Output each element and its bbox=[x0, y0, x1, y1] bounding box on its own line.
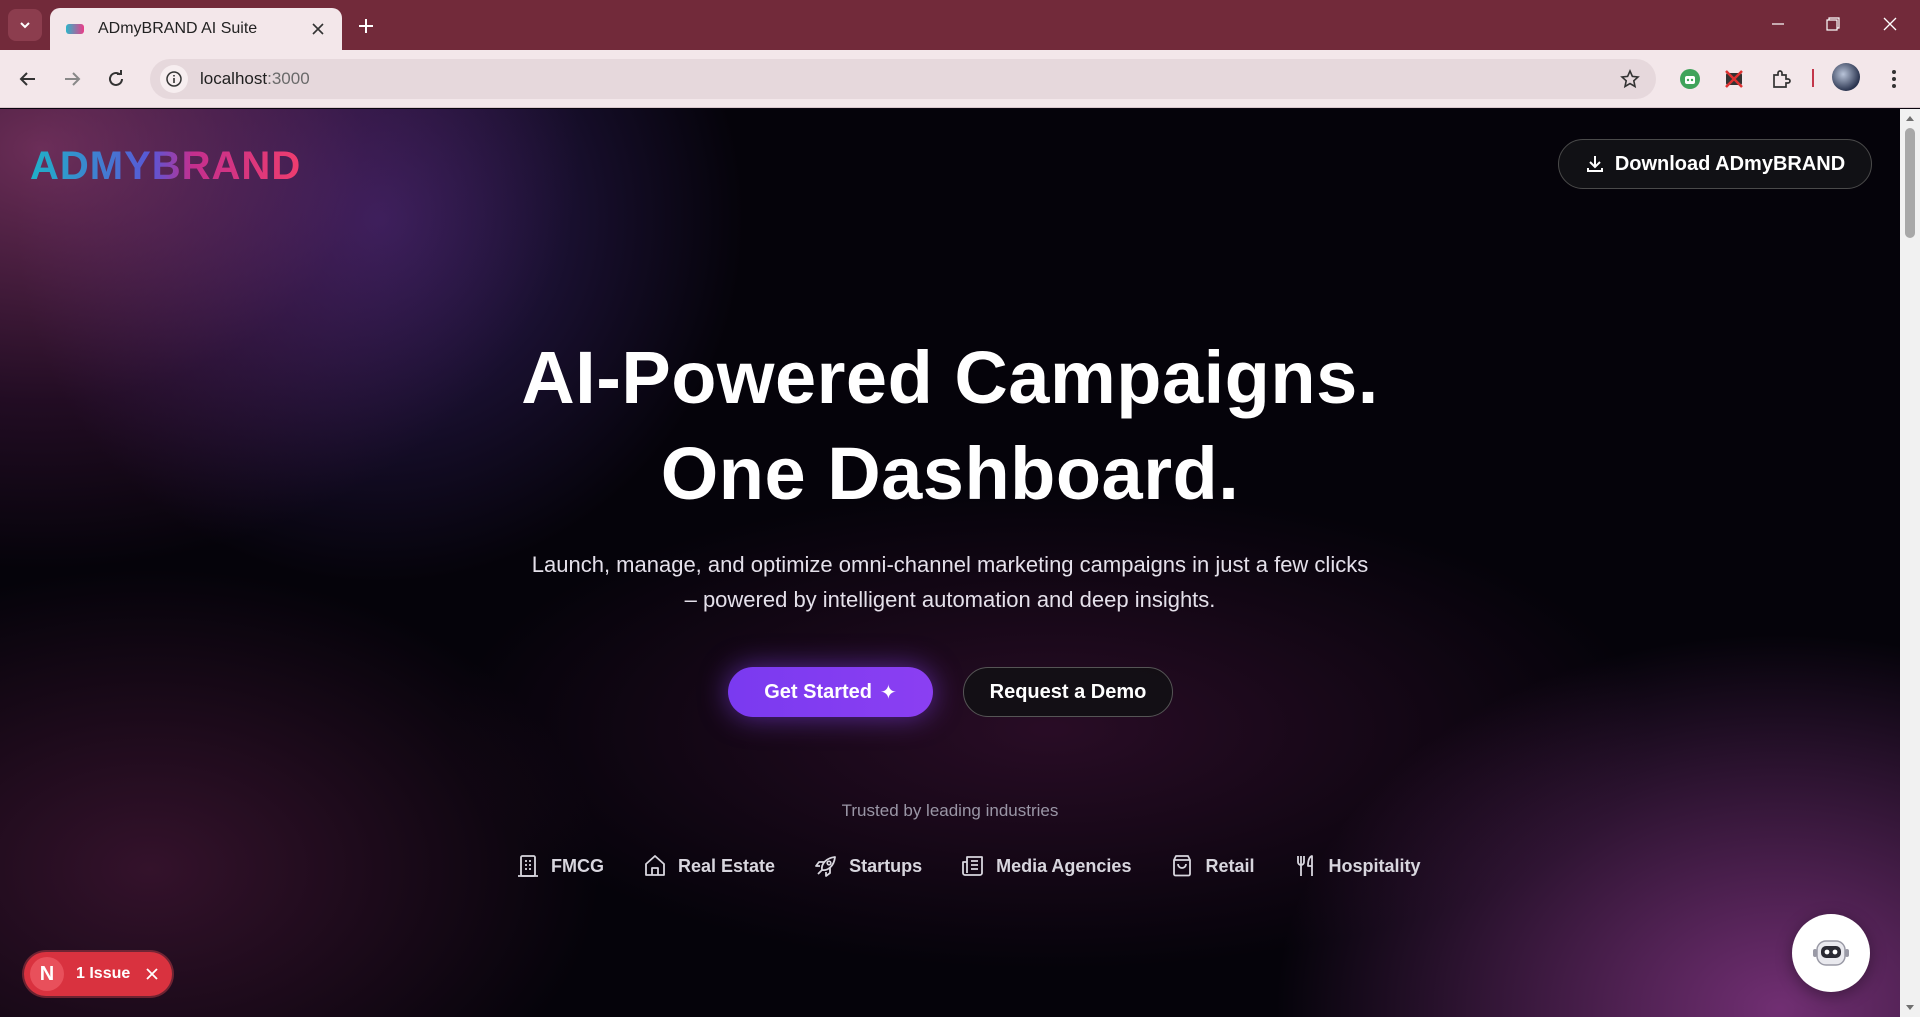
tab-close-icon[interactable] bbox=[306, 17, 330, 41]
scrollbar-thumb[interactable] bbox=[1905, 128, 1915, 238]
page-scrollbar[interactable] bbox=[1900, 109, 1920, 1017]
request-demo-label: Request a Demo bbox=[989, 680, 1147, 703]
page-viewport: ADMYBRAND Download ADmyBRAND AI-Powered … bbox=[0, 109, 1900, 1017]
building-icon bbox=[518, 855, 538, 877]
forward-arrow-icon[interactable] bbox=[56, 63, 88, 95]
scroll-up-icon[interactable] bbox=[1905, 113, 1915, 123]
more-menu-icon[interactable] bbox=[1878, 63, 1910, 95]
get-started-label: Get Started bbox=[764, 680, 873, 703]
industry-real-estate: Real Estate bbox=[642, 853, 775, 879]
logo-image: ADMYBRAND bbox=[30, 144, 300, 188]
extension-robot-icon[interactable] bbox=[1674, 63, 1706, 95]
reload-icon[interactable] bbox=[100, 63, 132, 95]
shopping-bag-icon bbox=[1173, 855, 1192, 877]
url-host: localhost bbox=[200, 69, 268, 88]
chevron-down-icon bbox=[20, 22, 30, 29]
house-icon bbox=[645, 855, 665, 876]
browser-toolbar: localhost:3000 bbox=[0, 50, 1920, 108]
request-demo-button[interactable]: Request a Demo bbox=[963, 667, 1173, 717]
industry-label: Retail bbox=[1205, 855, 1255, 876]
industry-retail: Retail bbox=[1169, 853, 1255, 879]
nextjs-issue-badge[interactable]: N 1 Issue bbox=[24, 952, 172, 996]
extension-blocked-icon[interactable] bbox=[1718, 63, 1750, 95]
new-tab-plus-icon[interactable] bbox=[352, 12, 380, 40]
favicon-icon bbox=[66, 24, 84, 34]
download-button[interactable]: Download ADmyBRAND bbox=[1558, 139, 1872, 189]
address-bar[interactable]: localhost:3000 bbox=[150, 59, 1656, 99]
utensils-icon bbox=[1296, 855, 1313, 876]
bookmark-star-icon[interactable] bbox=[1614, 63, 1646, 95]
get-started-button[interactable]: Get Started ✦ bbox=[728, 667, 933, 717]
industry-label: Hospitality bbox=[1328, 855, 1421, 876]
industry-label: Media Agencies bbox=[996, 855, 1132, 876]
industry-label: Startups bbox=[849, 855, 923, 876]
admybrand-logo[interactable]: ADMYBRAND bbox=[30, 141, 300, 189]
industries-list: FMCG Real Estate Startups Media Agencies… bbox=[515, 849, 1459, 883]
minimize-icon[interactable] bbox=[1758, 8, 1798, 40]
tab-search-button[interactable] bbox=[8, 9, 42, 41]
rocket-icon bbox=[815, 856, 836, 877]
industry-label: FMCG bbox=[551, 855, 604, 876]
hero-title-line2: One Dashboard. bbox=[660, 432, 1240, 515]
download-icon bbox=[1586, 156, 1603, 172]
trusted-label: Trusted by leading industries bbox=[841, 801, 1059, 820]
issue-count[interactable]: 1 Issue bbox=[76, 965, 130, 983]
hero-subtitle: Launch, manage, and optimize omni-channe… bbox=[531, 552, 1369, 612]
hero-title-line1: AI-Powered Campaigns. bbox=[521, 336, 1379, 419]
back-arrow-icon[interactable] bbox=[12, 63, 44, 95]
newspaper-icon bbox=[962, 856, 983, 876]
scroll-down-icon[interactable] bbox=[1905, 1003, 1915, 1013]
chatbot-button[interactable] bbox=[1792, 914, 1870, 992]
url-port: :3000 bbox=[267, 69, 310, 88]
download-label: Download ADmyBRAND bbox=[1614, 152, 1846, 175]
industry-fmcg: FMCG bbox=[515, 853, 604, 879]
tab-title: ADmyBRAND AI Suite bbox=[98, 20, 258, 37]
industry-label: Real Estate bbox=[678, 855, 776, 876]
close-icon[interactable] bbox=[142, 964, 162, 984]
url-text[interactable]: localhost:3000 bbox=[200, 69, 1614, 89]
site-info-icon[interactable] bbox=[160, 65, 188, 93]
industry-startups: Startups bbox=[813, 853, 922, 879]
robot-icon bbox=[1813, 940, 1849, 966]
browser-tabstrip: ADmyBRAND AI Suite bbox=[0, 0, 1920, 50]
svg-text:ADMYBRAND: ADMYBRAND bbox=[30, 144, 300, 188]
extensions-puzzle-icon[interactable] bbox=[1765, 63, 1797, 95]
profile-avatar[interactable] bbox=[1832, 63, 1860, 91]
browser-tab-active[interactable]: ADmyBRAND AI Suite bbox=[50, 8, 342, 50]
restore-icon[interactable] bbox=[1813, 8, 1853, 40]
nextjs-logo-icon: N bbox=[30, 957, 64, 991]
industry-hospitality: Hospitality bbox=[1293, 853, 1421, 879]
close-window-icon[interactable] bbox=[1870, 8, 1910, 40]
industry-media-agencies: Media Agencies bbox=[960, 853, 1131, 879]
toolbar-divider bbox=[1812, 69, 1814, 87]
sparkle-icon: ✦ bbox=[880, 681, 897, 704]
